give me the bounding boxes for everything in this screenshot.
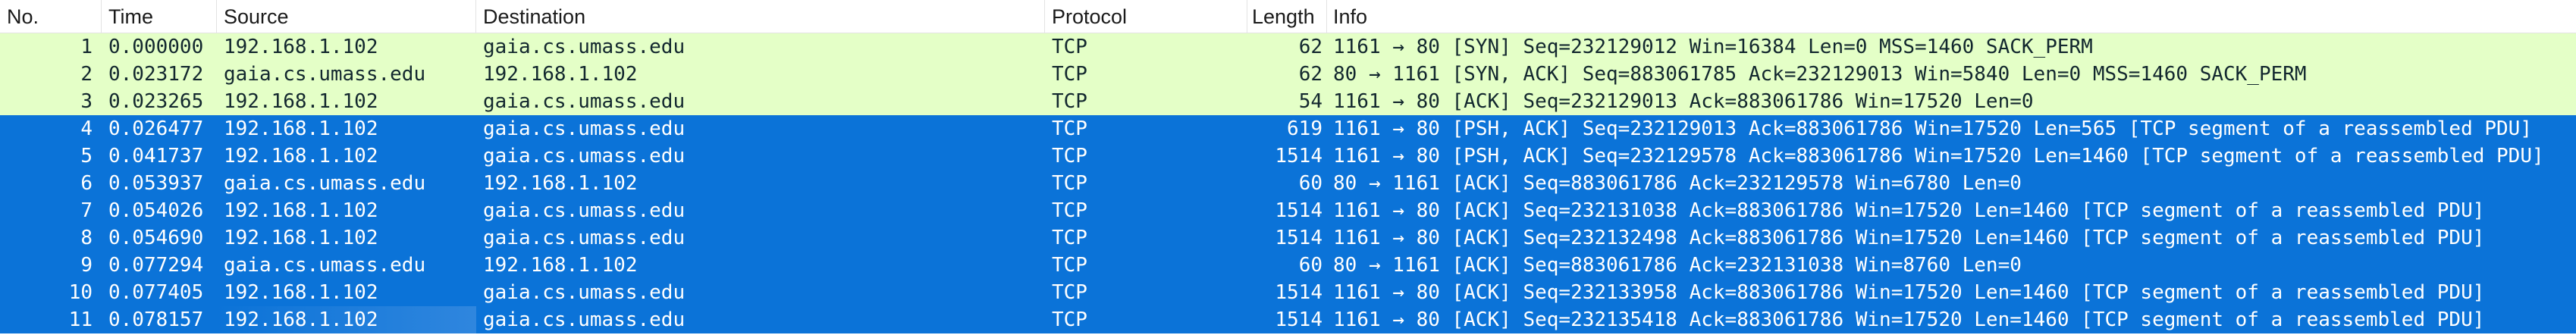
packet-time: 0.054026 xyxy=(108,199,204,222)
packet-source: 192.168.1.102 xyxy=(224,117,378,140)
packet-destination: gaia.cs.umass.edu xyxy=(483,199,686,222)
column-header-info[interactable]: Info xyxy=(1327,0,2576,33)
packet-time: 0.054690 xyxy=(108,227,204,249)
packet-row[interactable]: 4 0.026477 192.168.1.102 gaia.cs.umass.e… xyxy=(0,115,2576,142)
packet-info: 1161 → 80 [ACK] Seq=232135418 Ack=883061… xyxy=(1333,308,2485,331)
packet-destination: gaia.cs.umass.edu xyxy=(483,308,686,331)
packet-source: 192.168.1.102 xyxy=(217,306,476,333)
packet-info: 1161 → 80 [PSH, ACK] Seq=232129013 Ack=8… xyxy=(1333,117,2532,140)
packet-row[interactable]: 7 0.054026 192.168.1.102 gaia.cs.umass.e… xyxy=(0,197,2576,224)
packet-time: 0.023172 xyxy=(108,63,204,86)
packet-info: 1161 → 80 [PSH, ACK] Seq=232129578 Ack=8… xyxy=(1333,145,2544,168)
packet-source: 192.168.1.102 xyxy=(224,281,378,304)
packet-destination: 192.168.1.102 xyxy=(483,254,638,277)
packet-source: 192.168.1.102 xyxy=(224,145,378,168)
packet-protocol: TCP xyxy=(1052,36,1087,58)
packet-no: 2 xyxy=(80,63,93,86)
packet-info: 80 → 1161 [ACK] Seq=883061786 Ack=232129… xyxy=(1333,172,2022,195)
packet-list-header: No. Time Source Destination Protocol Len… xyxy=(0,0,2576,33)
packet-destination: 192.168.1.102 xyxy=(483,63,638,86)
packet-destination: 192.168.1.102 xyxy=(483,172,638,195)
packet-no: 7 xyxy=(80,199,93,222)
packet-no: 10 xyxy=(68,281,93,304)
packet-info: 1161 → 80 [ACK] Seq=232129013 Ack=883061… xyxy=(1333,90,2034,113)
column-header-length[interactable]: Length xyxy=(1247,0,1327,33)
packet-no: 11 xyxy=(68,308,93,331)
packet-info: 80 → 1161 [SYN, ACK] Seq=883061785 Ack=2… xyxy=(1333,63,2307,86)
packet-source: 192.168.1.102 xyxy=(224,90,378,113)
packet-protocol: TCP xyxy=(1052,308,1087,331)
packet-info: 80 → 1161 [ACK] Seq=883061786 Ack=232131… xyxy=(1333,254,2022,277)
packet-row[interactable]: 2 0.023172 gaia.cs.umass.edu 192.168.1.1… xyxy=(0,61,2576,88)
packet-no: 3 xyxy=(80,90,93,113)
column-header-time[interactable]: Time xyxy=(102,0,217,33)
packet-source: 192.168.1.102 xyxy=(224,227,378,249)
packet-length: 60 xyxy=(1298,172,1323,195)
packet-source: 192.168.1.102 xyxy=(224,36,378,58)
packet-list[interactable]: No. Time Source Destination Protocol Len… xyxy=(0,0,2576,335)
packet-source: gaia.cs.umass.edu xyxy=(224,172,426,195)
packet-row[interactable]: 11 0.078157 192.168.1.102 gaia.cs.umass.… xyxy=(0,306,2576,333)
packet-destination: gaia.cs.umass.edu xyxy=(483,90,686,113)
column-header-destination[interactable]: Destination xyxy=(476,0,1045,33)
packet-row[interactable]: 6 0.053937 gaia.cs.umass.edu 192.168.1.1… xyxy=(0,170,2576,197)
packet-time: 0.077294 xyxy=(108,254,204,277)
packet-length: 1514 xyxy=(1275,145,1323,168)
column-header-protocol[interactable]: Protocol xyxy=(1045,0,1247,33)
packet-length: 1514 xyxy=(1275,281,1323,304)
packet-protocol: TCP xyxy=(1052,145,1087,168)
packet-protocol: TCP xyxy=(1052,172,1087,195)
packet-no: 9 xyxy=(80,254,93,277)
packet-protocol: TCP xyxy=(1052,281,1087,304)
packet-source: 192.168.1.102 xyxy=(224,199,378,222)
packet-protocol: TCP xyxy=(1052,63,1087,86)
column-header-no[interactable]: No. xyxy=(0,0,102,33)
packet-no: 6 xyxy=(80,172,93,195)
packet-destination: gaia.cs.umass.edu xyxy=(483,281,686,304)
packet-protocol: TCP xyxy=(1052,227,1087,249)
packet-no: 1 xyxy=(80,36,93,58)
packet-destination: gaia.cs.umass.edu xyxy=(483,36,686,58)
packet-no: 4 xyxy=(80,117,93,140)
packet-row[interactable]: 1 0.000000 192.168.1.102 gaia.cs.umass.e… xyxy=(0,33,2576,61)
packet-length: 62 xyxy=(1298,36,1323,58)
packet-destination: gaia.cs.umass.edu xyxy=(483,227,686,249)
packet-length: 1514 xyxy=(1275,227,1323,249)
packet-info: 1161 → 80 [ACK] Seq=232132498 Ack=883061… xyxy=(1333,227,2485,249)
packet-info: 1161 → 80 [ACK] Seq=232131038 Ack=883061… xyxy=(1333,199,2485,222)
packet-source: gaia.cs.umass.edu xyxy=(224,63,426,86)
packet-length: 62 xyxy=(1298,63,1323,86)
column-header-source[interactable]: Source xyxy=(217,0,476,33)
packet-length: 54 xyxy=(1298,90,1323,113)
packet-time: 0.077405 xyxy=(108,281,204,304)
packet-time: 0.041737 xyxy=(108,145,204,168)
packet-no: 8 xyxy=(80,227,93,249)
packet-row[interactable]: 10 0.077405 192.168.1.102 gaia.cs.umass.… xyxy=(0,279,2576,306)
packet-length: 60 xyxy=(1298,254,1323,277)
packet-length: 1514 xyxy=(1275,308,1323,331)
packet-row[interactable]: 5 0.041737 192.168.1.102 gaia.cs.umass.e… xyxy=(0,142,2576,170)
packet-row[interactable]: 3 0.023265 192.168.1.102 gaia.cs.umass.e… xyxy=(0,88,2576,115)
packet-protocol: TCP xyxy=(1052,117,1087,140)
packet-protocol: TCP xyxy=(1052,90,1087,113)
packet-protocol: TCP xyxy=(1052,199,1087,222)
packet-row[interactable]: 8 0.054690 192.168.1.102 gaia.cs.umass.e… xyxy=(0,224,2576,252)
packet-time: 0.078157 xyxy=(108,308,204,331)
packet-length: 619 xyxy=(1287,117,1323,140)
packet-time: 0.026477 xyxy=(108,117,204,140)
packet-length: 1514 xyxy=(1275,199,1323,222)
packet-source: gaia.cs.umass.edu xyxy=(224,254,426,277)
packet-time: 0.053937 xyxy=(108,172,204,195)
packet-time: 0.023265 xyxy=(108,90,204,113)
packet-info: 1161 → 80 [SYN] Seq=232129012 Win=16384 … xyxy=(1333,36,2093,58)
packet-time: 0.000000 xyxy=(108,36,204,58)
packet-destination: gaia.cs.umass.edu xyxy=(483,117,686,140)
packet-no: 5 xyxy=(80,145,93,168)
packet-destination: gaia.cs.umass.edu xyxy=(483,145,686,168)
packet-info: 1161 → 80 [ACK] Seq=232133958 Ack=883061… xyxy=(1333,281,2485,304)
packet-row[interactable]: 9 0.077294 gaia.cs.umass.edu 192.168.1.1… xyxy=(0,252,2576,279)
packet-protocol: TCP xyxy=(1052,254,1087,277)
